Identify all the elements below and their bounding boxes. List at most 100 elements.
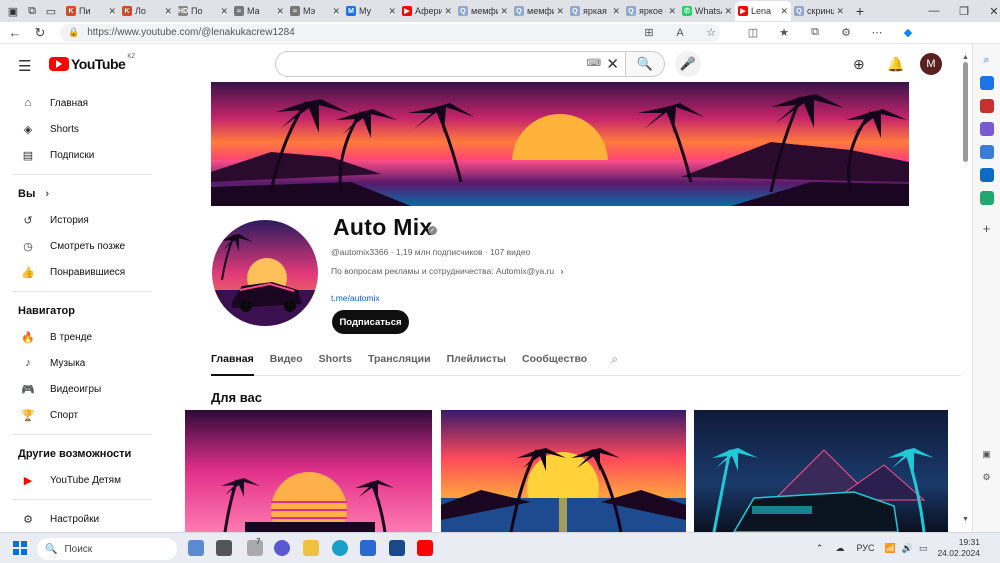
menu-icon[interactable]: ☰	[18, 57, 31, 75]
sidebar-item-youtube-kids[interactable]: ▶ YouTube Детям	[0, 467, 160, 493]
designer-icon[interactable]	[979, 191, 994, 205]
browser-tab[interactable]: ▶ Lena ✕	[735, 1, 791, 21]
close-tab-icon[interactable]: ✕	[332, 6, 340, 17]
channel-avatar[interactable]	[212, 220, 318, 326]
sidebar-item-clock[interactable]: ◷ Смотреть позже	[0, 233, 160, 259]
scroll-down-icon[interactable]: ▼	[962, 516, 969, 523]
close-tab-icon[interactable]: ✕	[220, 6, 228, 17]
back-icon[interactable]: ←	[5, 23, 25, 43]
minimize-icon[interactable]: —	[928, 3, 940, 19]
battery-icon[interactable]: ▭	[919, 543, 928, 554]
favorites-icon[interactable]: ★	[775, 24, 793, 42]
collections-icon[interactable]: ⧉	[806, 24, 824, 42]
browser-tab[interactable]: ≈ Мэ ✕	[287, 1, 343, 21]
close-window-icon[interactable]: ✕	[988, 3, 1000, 19]
channel-tab[interactable]: Главная	[211, 348, 254, 376]
close-tab-icon[interactable]: ✕	[668, 6, 676, 17]
browser-tab[interactable]: Qскриншо✕	[791, 1, 847, 21]
channel-search-icon[interactable]: ⌕	[611, 348, 618, 375]
sidebar-item-history[interactable]: ↺ История	[0, 207, 160, 233]
subscribe-button[interactable]: Подписаться	[332, 310, 409, 334]
sidebar-item-subscriptions[interactable]: ▤ Подписки	[0, 142, 160, 168]
close-tab-icon[interactable]: ✕	[500, 6, 508, 17]
browser-tab[interactable]: ✆WhatsA✕	[679, 1, 735, 21]
panel-icon[interactable]: ▣	[980, 447, 994, 461]
search-button[interactable]: 🔍	[625, 51, 665, 77]
wifi-icon[interactable]: 📶	[885, 543, 896, 554]
channel-link[interactable]: t.me/automix	[331, 293, 380, 303]
close-tab-icon[interactable]: ✕	[276, 6, 284, 17]
language-indicator[interactable]: РУС	[856, 543, 874, 553]
profile-icon[interactable]: ▣	[7, 3, 19, 19]
channel-tab[interactable]: Плейлисты	[447, 348, 506, 376]
scrollbar-thumb[interactable]	[963, 62, 968, 162]
sidebar-you-header[interactable]: Вы ›	[0, 181, 160, 207]
sidebar-item-trending[interactable]: 🔥 В тренде	[0, 324, 160, 350]
sidebar-item-like[interactable]: 👍 Понравившиеся	[0, 259, 160, 285]
chat-icon[interactable]	[274, 540, 290, 556]
close-tab-icon[interactable]: ✕	[836, 6, 844, 17]
games-icon[interactable]	[979, 122, 994, 136]
close-tab-icon[interactable]: ✕	[444, 6, 452, 17]
read-aloud-icon[interactable]: A	[671, 24, 689, 42]
browser-tab[interactable]: K Ло ✕	[119, 1, 175, 21]
clock[interactable]: 19:31 24.02.2024	[937, 537, 980, 559]
shopping-icon[interactable]	[979, 76, 994, 90]
search-input[interactable]: ⌨ ✕	[275, 51, 625, 77]
avatar[interactable]: M	[920, 53, 942, 75]
taskbar-search[interactable]: 🔍 Поиск	[37, 538, 177, 560]
file-explorer-icon[interactable]	[216, 540, 232, 556]
scroll-up-icon[interactable]: ▲	[962, 54, 969, 61]
search-icon[interactable]: ⌕	[980, 53, 994, 67]
page-scrollbar[interactable]: ▲ ▼	[961, 54, 969, 528]
more-icon[interactable]: ⋯	[868, 24, 886, 42]
browser-tab[interactable]: ▶ Афери ✕	[399, 1, 455, 21]
sidebar-item-home[interactable]: ⌂ Главная	[0, 90, 160, 116]
microsoft-365-icon[interactable]	[979, 145, 994, 159]
youtube-logo[interactable]: YouTube KZ	[49, 54, 135, 72]
close-tab-icon[interactable]: ✕	[556, 6, 564, 17]
clear-search-icon[interactable]: ✕	[606, 55, 619, 73]
outlook-icon[interactable]	[979, 168, 994, 182]
weather-icon[interactable]	[247, 540, 263, 556]
browser-tab[interactable]: K Пи ✕	[63, 1, 119, 21]
copilot-icon[interactable]: ◆	[899, 24, 917, 42]
close-tab-icon[interactable]: ✕	[388, 6, 396, 17]
add-icon[interactable]: +	[980, 221, 994, 236]
url-field[interactable]: 🔒 https://www.youtube.com/@lenakukacrew1…	[60, 23, 720, 42]
voice-search-button[interactable]: 🎤	[675, 51, 701, 77]
app-install-icon[interactable]: ⊞	[640, 24, 658, 42]
sidebar-item-shorts[interactable]: ◈ Shorts	[0, 116, 160, 142]
channel-tab[interactable]: Трансляции	[368, 348, 431, 376]
show-hidden-icon[interactable]: ⌃	[816, 543, 824, 554]
maximize-icon[interactable]: ❐	[958, 3, 970, 19]
onedrive-icon[interactable]: ☁	[835, 543, 844, 554]
channel-tab[interactable]: Видео	[270, 348, 303, 376]
browser-tab[interactable]: Qмемфи ✕	[511, 1, 567, 21]
video-thumbnail[interactable]	[694, 410, 948, 532]
keyboard-icon[interactable]: ⌨	[587, 58, 601, 69]
close-tab-icon[interactable]: ✕	[724, 6, 732, 17]
notifications-icon[interactable]: 🔔	[887, 56, 904, 73]
folder-icon[interactable]	[303, 540, 319, 556]
close-tab-icon[interactable]: ✕	[612, 6, 620, 17]
widgets-icon[interactable]	[188, 540, 204, 556]
reload-icon[interactable]: ↻	[30, 23, 50, 43]
split-screen-icon[interactable]: ◫	[744, 24, 762, 42]
channel-tab[interactable]: Shorts	[319, 348, 352, 376]
volume-icon[interactable]: 🔊	[902, 543, 913, 554]
close-tab-icon[interactable]: ✕	[780, 6, 788, 17]
channel-tab[interactable]: Сообщество	[522, 348, 587, 376]
youtube-icon[interactable]	[417, 540, 433, 556]
sidebar-item-settings[interactable]: ⚙ Настройки	[0, 506, 160, 532]
store-icon[interactable]	[360, 540, 376, 556]
workspaces-icon[interactable]: ⧉	[26, 3, 38, 19]
edge-icon[interactable]	[332, 540, 348, 556]
sidebar-item-music[interactable]: ♪ Музыка	[0, 350, 160, 376]
sidebar-item-gaming[interactable]: 🎮 Видеоигры	[0, 376, 160, 402]
extensions-icon[interactable]: ⚙	[837, 24, 855, 42]
browser-tab[interactable]: Qяркое с✕	[623, 1, 679, 21]
video-thumbnail[interactable]	[185, 410, 432, 532]
settings-icon[interactable]: ⚙	[980, 470, 994, 484]
channel-description[interactable]: По вопросам рекламы и сотрудничества: Au…	[331, 266, 563, 276]
